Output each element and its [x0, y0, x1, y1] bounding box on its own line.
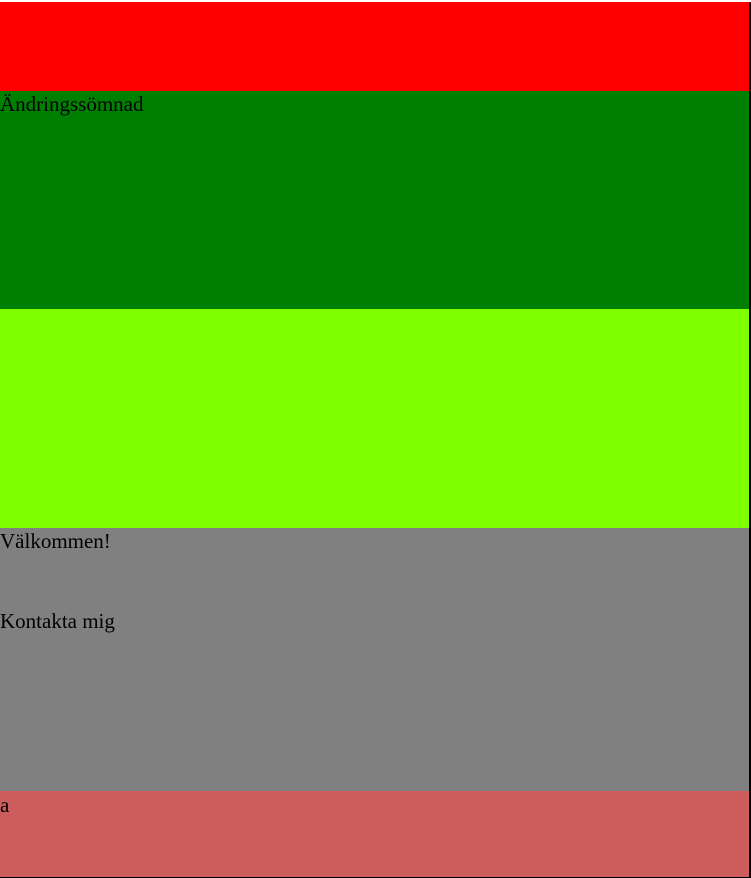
site-title: Ändringssömnad	[0, 92, 144, 116]
header-section	[0, 2, 749, 91]
banner-section	[0, 309, 749, 528]
page: Ändringssömnad Välkommen! Kontakta mig a	[0, 0, 751, 878]
contact-link[interactable]: Kontakta mig	[0, 609, 115, 634]
content-section: Välkommen! Kontakta mig	[0, 528, 749, 791]
title-section: Ändringssömnad	[0, 91, 749, 309]
welcome-heading: Välkommen!	[0, 529, 111, 553]
footer-text: a	[0, 793, 10, 817]
footer-section: a	[0, 791, 749, 877]
